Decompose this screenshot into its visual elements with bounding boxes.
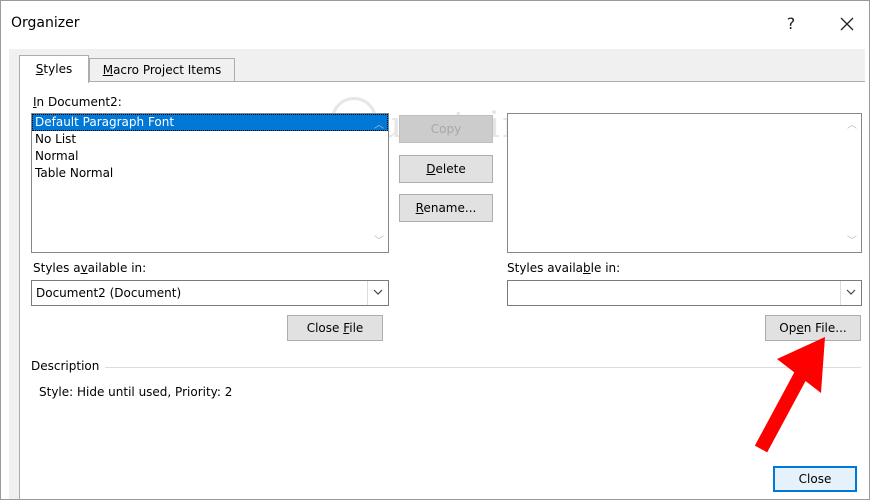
tab-styles-label: tyles <box>43 62 73 76</box>
scroll-up-icon[interactable]: ︿ <box>373 120 385 132</box>
list-item[interactable]: Table Normal <box>32 165 388 182</box>
close-window-button[interactable] <box>827 9 867 39</box>
dialog-body: Styles Macro Project Items uantrimang In… <box>9 49 865 499</box>
list-item[interactable]: No List <box>32 131 388 148</box>
scroll-up-icon[interactable]: ︿ <box>846 120 858 132</box>
styles-available-right-select[interactable] <box>507 280 862 306</box>
close-icon <box>840 17 854 31</box>
copy-button[interactable]: Copy <box>399 115 493 143</box>
tab-macro-accel: M <box>102 63 114 77</box>
red-arrow-icon <box>754 337 825 453</box>
tab-macro-project-items[interactable]: Macro Project Items <box>89 58 235 81</box>
scroll-down-icon[interactable]: ﹀ <box>846 236 858 248</box>
list-item[interactable]: Default Paragraph Font <box>32 114 388 131</box>
window-title: Organizer <box>11 15 80 31</box>
description-heading: Description <box>31 359 100 373</box>
chevron-down-icon[interactable] <box>840 281 861 305</box>
styles-available-right-label: Styles available in: <box>507 261 621 275</box>
tab-macro-label: acro Project Items <box>113 63 222 77</box>
chevron-down-icon[interactable] <box>367 281 388 305</box>
right-style-list[interactable]: ︿ ﹀ <box>507 113 862 253</box>
close-file-button[interactable]: Close File <box>287 315 383 341</box>
tab-styles[interactable]: Styles <box>19 55 89 83</box>
description-text: Style: Hide until used, Priority: 2 <box>39 385 233 399</box>
rename-button[interactable]: Rename... <box>399 194 493 222</box>
in-document-label: In Document2: <box>33 95 122 109</box>
left-style-list[interactable]: Default Paragraph Font No List Normal Ta… <box>31 113 389 253</box>
scroll-down-icon[interactable]: ﹀ <box>373 236 385 248</box>
left-select-value: Document2 (Document) <box>36 286 182 300</box>
close-button[interactable]: Close <box>773 466 857 492</box>
styles-available-left-select[interactable]: Document2 (Document) <box>31 280 389 306</box>
organizer-dialog: Organizer ? Styles Macro Project Items u… <box>0 0 870 500</box>
styles-available-left-label: Styles available in: <box>33 261 147 275</box>
list-item[interactable]: Normal <box>32 148 388 165</box>
help-button[interactable]: ? <box>771 9 811 39</box>
delete-button[interactable]: Delete <box>399 155 493 183</box>
